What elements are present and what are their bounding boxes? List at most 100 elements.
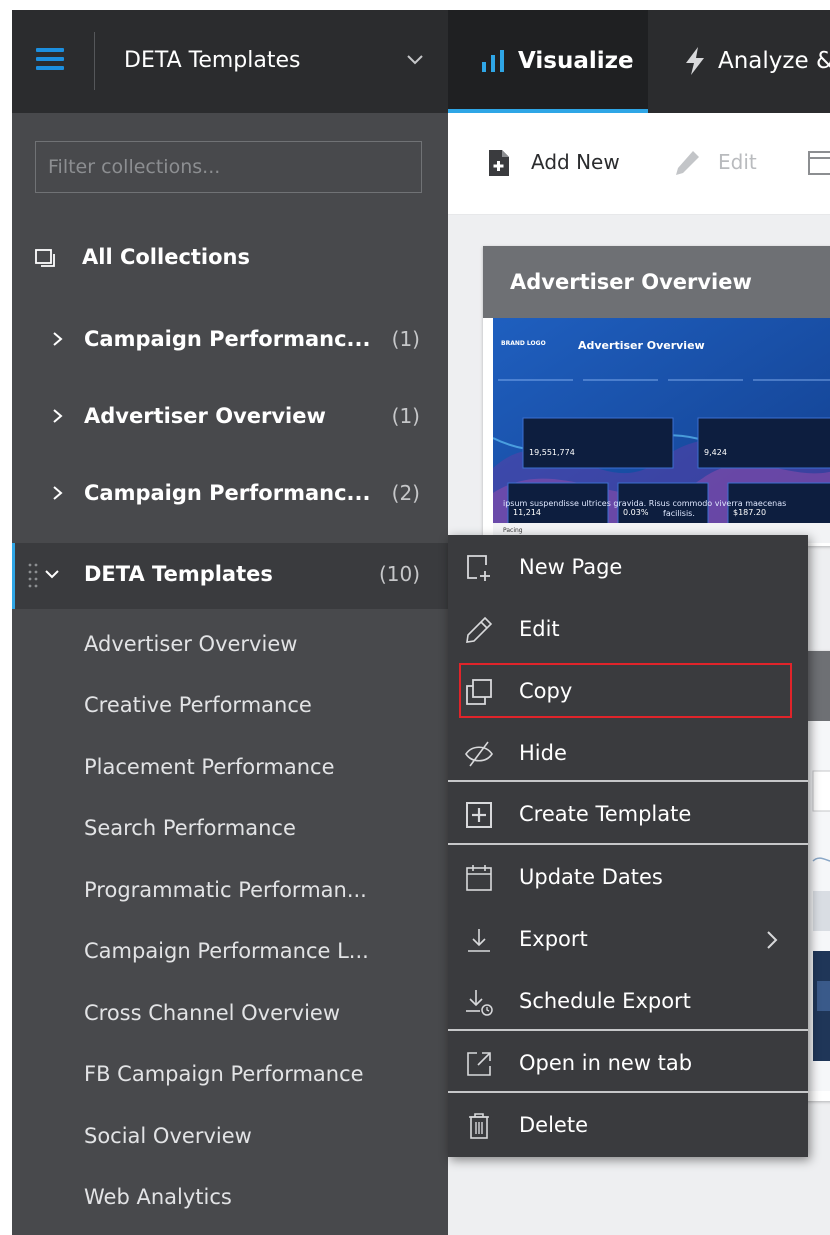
page-item[interactable]: Search Performance [84, 816, 296, 840]
thumbnail-stat: 19,551,774 [529, 448, 575, 457]
plus-box-icon [466, 802, 492, 828]
thumbnail-section-label: Pacing [503, 527, 523, 534]
page-item[interactable]: Campaign Performance L... [84, 939, 369, 963]
chevron-down-icon [45, 570, 59, 579]
collection-count: (10) [378, 562, 420, 586]
thumbnail-stat: 11,214 [513, 508, 541, 517]
collection-label: DETA Templates [84, 562, 273, 586]
page-item[interactable]: Programmatic Performan... [84, 878, 367, 902]
external-link-icon [467, 1052, 491, 1076]
add-new-label: Add New [531, 150, 620, 174]
tab-analyze[interactable]: Analyze & [648, 10, 830, 113]
thumbnail-heading: Advertiser Overview [578, 339, 705, 352]
calendar-icon [466, 865, 492, 891]
download-icon [468, 929, 490, 952]
edit-label: Edit [718, 150, 757, 174]
new-page-icon [467, 555, 490, 581]
menu-item-update-dates[interactable]: Update Dates [448, 847, 808, 909]
menu-item-label: Schedule Export [519, 989, 691, 1013]
menu-separator [448, 843, 808, 845]
lightning-icon [686, 47, 704, 75]
all-collections-item[interactable]: All Collections [12, 231, 448, 287]
menu-separator [448, 780, 808, 782]
top-bar: DETA Templates Visualize Analyze & [0, 0, 830, 113]
page-item[interactable]: FB Campaign Performance [84, 1062, 364, 1086]
menu-item-label: Export [519, 927, 588, 951]
tab-analyze-label: Analyze & [718, 48, 830, 74]
menu-separator [448, 1029, 808, 1031]
add-file-icon [489, 150, 509, 176]
menu-item-edit[interactable]: Edit [448, 599, 808, 661]
thumbnail-body-text: facilisis. [663, 509, 695, 518]
tab-visualize-label: Visualize [518, 48, 634, 74]
menu-item-label: Edit [519, 617, 560, 641]
menu-item-label: Create Template [519, 802, 692, 826]
thumbnail-logo: BRAND LOGO [501, 340, 546, 347]
thumbnail-stat: 0.03% [623, 508, 649, 517]
collection-count: (2) [391, 481, 420, 505]
page-item[interactable]: Cross Channel Overview [84, 1001, 340, 1025]
collection-label: Campaign Performanc... [84, 327, 371, 351]
collection-label: Advertiser Overview [84, 404, 326, 428]
card-thumbnail: BRAND LOGO Advertiser Overview 19,551,77… [493, 318, 830, 543]
menu-item-copy[interactable]: Copy [448, 661, 808, 723]
page-item[interactable]: Creative Performance [84, 693, 312, 717]
collection-item[interactable]: Advertiser Overview (1) [12, 385, 448, 451]
menu-item-new-page[interactable]: New Page [448, 537, 808, 599]
collection-item[interactable]: Campaign Performanc... (2) [12, 462, 448, 528]
card-header: Advertiser Overview [483, 246, 830, 318]
page-item[interactable]: Web Analytics [84, 1185, 232, 1209]
collection-item[interactable]: Campaign Performanc... (1) [12, 308, 448, 374]
thumbnail-stat: $187.20 [733, 508, 767, 517]
collection-item-deta-templates[interactable]: DETA Templates (10) [12, 543, 448, 609]
menu-item-label: Open in new tab [519, 1051, 693, 1075]
chevron-right-icon [53, 332, 63, 346]
collection-selector[interactable]: DETA Templates [95, 10, 448, 113]
active-collection-indicator [12, 543, 15, 609]
menu-item-schedule-export[interactable]: Schedule Export [448, 971, 808, 1033]
menu-item-export[interactable]: Export [448, 909, 808, 971]
menu-item-label: Update Dates [519, 865, 663, 889]
layout-icon[interactable] [808, 148, 830, 178]
menu-item-label: Hide [519, 741, 567, 765]
collection-count: (1) [391, 327, 420, 351]
page-item[interactable]: Advertiser Overview [84, 632, 297, 656]
hamburger-menu-icon[interactable] [36, 48, 64, 70]
add-new-button[interactable]: Add New [486, 148, 626, 178]
chevron-right-icon [53, 486, 63, 500]
collection-selector-label: DETA Templates [124, 48, 301, 73]
pencil-icon [466, 616, 493, 643]
filter-collections-input[interactable] [35, 141, 422, 193]
card-title: Advertiser Overview [510, 270, 752, 294]
edit-button[interactable]: Edit [673, 148, 763, 178]
schedule-download-icon [466, 990, 493, 1016]
thumbnail-stat: 9,424 [704, 448, 727, 457]
bar-chart-icon [482, 50, 504, 72]
page-toolbar: Add New Edit [448, 113, 830, 215]
trash-icon [469, 1113, 489, 1139]
collection-context-menu: New Page Edit Copy Hide Create Template [448, 535, 808, 1157]
pencil-icon [676, 151, 699, 175]
chevron-right-icon [767, 931, 778, 949]
copy-icon [466, 679, 492, 705]
menu-item-open-new-tab[interactable]: Open in new tab [448, 1033, 808, 1095]
eye-slash-icon [465, 741, 493, 767]
menu-item-label: Delete [519, 1113, 588, 1137]
drag-handle-icon[interactable] [28, 561, 38, 591]
top-bar-inner: DETA Templates Visualize Analyze & [12, 10, 830, 113]
menu-item-delete[interactable]: Delete [448, 1095, 808, 1157]
menu-item-label: New Page [519, 555, 623, 579]
stacked-pages-icon [35, 249, 55, 267]
page-item[interactable]: Placement Performance [84, 755, 335, 779]
chevron-down-icon [407, 55, 423, 65]
menu-item-hide[interactable]: Hide [448, 723, 808, 785]
collection-label: Campaign Performanc... [84, 481, 371, 505]
page-card[interactable]: Advertiser Overview BRAND LOGO Advertise… [483, 246, 830, 546]
menu-item-create-template[interactable]: Create Template [448, 784, 808, 846]
menu-separator [448, 1091, 808, 1093]
tab-visualize[interactable]: Visualize [448, 10, 648, 113]
collections-sidebar: All Collections Campaign Performanc... (… [12, 113, 448, 1235]
page-item[interactable]: Social Overview [84, 1124, 252, 1148]
all-collections-label: All Collections [82, 245, 250, 269]
thumbnail-body-text: ipsum suspendisse ultrices gravida. Risu… [503, 499, 787, 508]
